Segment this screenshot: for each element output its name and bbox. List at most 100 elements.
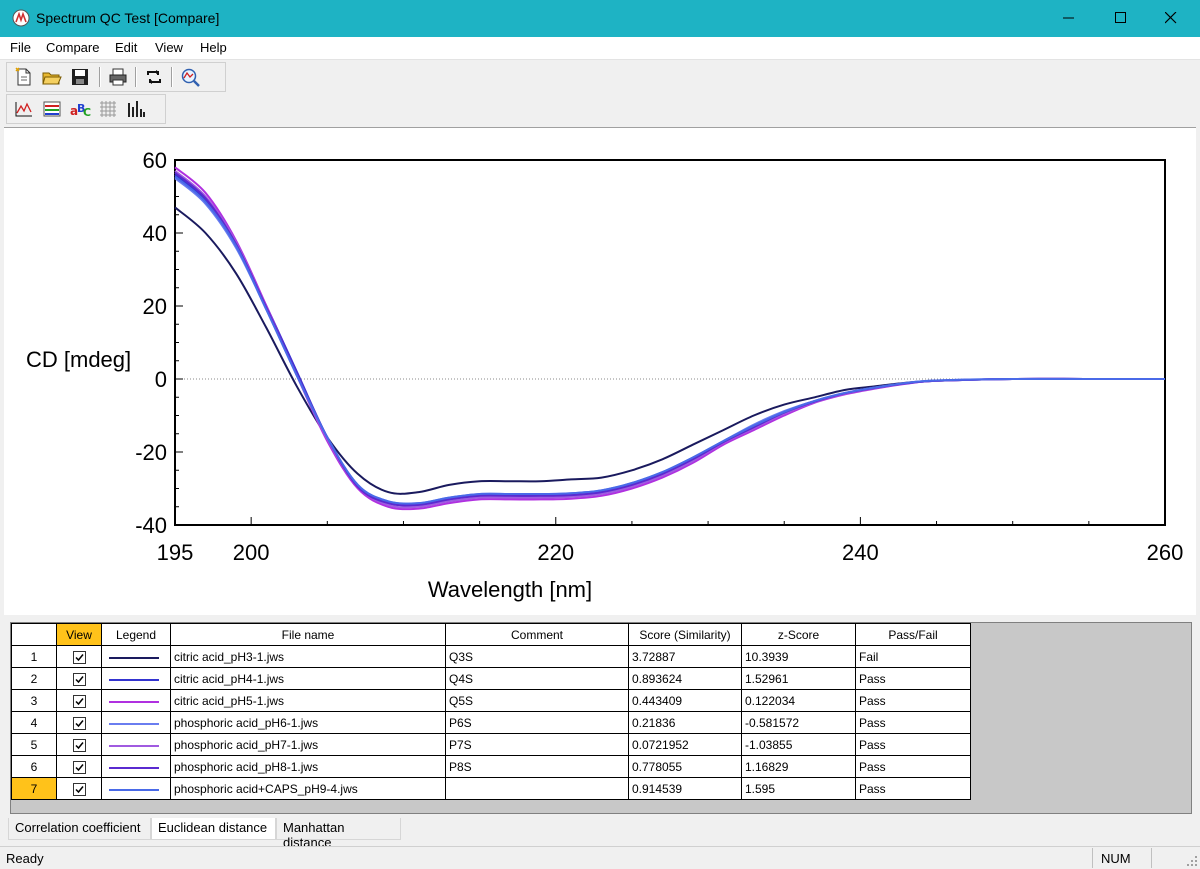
- table-row[interactable]: 4 phosphoric acid_pH6-1.jws P6S 0.21836 -0.5…: [11, 711, 971, 734]
- checkmark-icon: [74, 675, 84, 683]
- spectrum-view-button[interactable]: [13, 98, 35, 120]
- row-number[interactable]: 4: [11, 711, 57, 734]
- x-tick-label: 260: [1147, 540, 1184, 565]
- resize-grip-icon[interactable]: [1186, 855, 1198, 867]
- bar-chart-button[interactable]: [125, 98, 147, 120]
- close-icon: [1165, 12, 1177, 24]
- comment-cell: P8S: [445, 755, 629, 778]
- view-checkbox[interactable]: [72, 650, 86, 664]
- toolbar-separator: [99, 67, 101, 87]
- grid-view-button[interactable]: [97, 98, 119, 120]
- x-tick-label: 195: [157, 540, 194, 565]
- legend-swatch-cell: [101, 645, 171, 668]
- header-view[interactable]: View: [56, 623, 102, 646]
- num-lock-indicator: NUM: [1092, 848, 1152, 868]
- header-z-score[interactable]: z-Score: [741, 623, 856, 646]
- results-table: View Legend File name Comment Score (Sim…: [11, 623, 971, 800]
- z-score-cell: 1.52961: [741, 667, 856, 690]
- view-checkbox[interactable]: [72, 760, 86, 774]
- pass-fail-cell: Pass: [855, 733, 971, 756]
- refresh-button[interactable]: [143, 66, 165, 88]
- maximize-icon: [1115, 12, 1126, 23]
- svg-text:C: C: [83, 106, 91, 119]
- row-number[interactable]: 5: [11, 733, 57, 756]
- legend-line: [109, 744, 159, 747]
- qc-search-button[interactable]: [179, 66, 201, 88]
- table-row[interactable]: 7 phosphoric acid+CAPS_pH9-4.jws 0.914539 1…: [11, 777, 971, 800]
- pass-fail-cell: Fail: [855, 645, 971, 668]
- view-toolbar: a B C: [6, 94, 166, 124]
- print-button[interactable]: [107, 66, 129, 88]
- table-row[interactable]: 6 phosphoric acid_pH8-1.jws P8S 0.778055 1.1…: [11, 755, 971, 778]
- tab-correlation-coefficient[interactable]: Correlation coefficient: [8, 818, 151, 840]
- close-button[interactable]: [1148, 0, 1194, 37]
- menu-edit[interactable]: Edit: [115, 40, 137, 55]
- comment-cell: Q4S: [445, 667, 629, 690]
- score-cell: 0.21836: [628, 711, 742, 734]
- y-tick-label: -40: [135, 513, 167, 538]
- menu-help[interactable]: Help: [200, 40, 227, 55]
- row-number[interactable]: 1: [11, 645, 57, 668]
- row-number[interactable]: 7: [11, 777, 57, 800]
- view-checkbox[interactable]: [72, 716, 86, 730]
- legend-line: [109, 678, 159, 681]
- legend-swatch-cell: [101, 711, 171, 734]
- file-name-cell: citric acid_pH5-1.jws: [170, 689, 446, 712]
- new-file-icon: [15, 67, 31, 86]
- legend-view-button[interactable]: [41, 98, 63, 120]
- file-name-cell: phosphoric acid_pH6-1.jws: [170, 711, 446, 734]
- view-checkbox-cell: [56, 711, 102, 734]
- z-score-cell: 10.3939: [741, 645, 856, 668]
- minimize-button[interactable]: [1046, 0, 1092, 37]
- abc-label-button[interactable]: a B C: [69, 98, 91, 120]
- score-cell: 0.443409: [628, 689, 742, 712]
- table-row[interactable]: 3 citric acid_pH5-1.jws Q5S 0.443409 0.12203…: [11, 689, 971, 712]
- title-bar: Spectrum QC Test [Compare]: [0, 0, 1200, 37]
- view-checkbox-cell: [56, 777, 102, 800]
- minimize-icon: [1063, 17, 1074, 19]
- table-row[interactable]: 5 phosphoric acid_pH7-1.jws P7S 0.0721952 -1…: [11, 733, 971, 756]
- z-score-cell: -0.581572: [741, 711, 856, 734]
- table-row[interactable]: 1 citric acid_pH3-1.jws Q3S 3.72887 10.3939 F…: [11, 645, 971, 668]
- view-checkbox[interactable]: [72, 694, 86, 708]
- header-file-name[interactable]: File name: [170, 623, 446, 646]
- z-score-cell: 1.595: [741, 777, 856, 800]
- legend-view-icon: [43, 101, 61, 117]
- pass-fail-cell: Pass: [855, 755, 971, 778]
- legend-line: [109, 700, 159, 703]
- app-icon: [12, 9, 30, 27]
- row-number[interactable]: 6: [11, 755, 57, 778]
- z-score-cell: 0.122034: [741, 689, 856, 712]
- tab-manhattan-distance[interactable]: Manhattan distance: [276, 818, 401, 850]
- view-checkbox[interactable]: [72, 782, 86, 796]
- results-grid: View Legend File name Comment Score (Sim…: [10, 622, 1192, 814]
- view-checkbox[interactable]: [72, 672, 86, 686]
- open-button[interactable]: [41, 66, 63, 88]
- tab-euclidean-distance[interactable]: Euclidean distance: [151, 818, 276, 840]
- view-checkbox-cell: [56, 645, 102, 668]
- score-cell: 3.72887: [628, 645, 742, 668]
- save-button[interactable]: [69, 66, 91, 88]
- table-row[interactable]: 2 citric acid_pH4-1.jws Q4S 0.893624 1.52961…: [11, 667, 971, 690]
- z-score-cell: 1.16829: [741, 755, 856, 778]
- header-comment[interactable]: Comment: [445, 623, 629, 646]
- row-number[interactable]: 3: [11, 689, 57, 712]
- comment-cell: P6S: [445, 711, 629, 734]
- cd-spectrum-chart[interactable]: -40 -20 0 20 40 60 195 200 220 240 260 Wavelength […: [4, 128, 1196, 615]
- score-cell: 0.914539: [628, 777, 742, 800]
- maximize-button[interactable]: [1098, 0, 1144, 37]
- header-score[interactable]: Score (Similarity): [628, 623, 742, 646]
- menu-file[interactable]: File: [10, 40, 31, 55]
- row-number[interactable]: 2: [11, 667, 57, 690]
- new-file-button[interactable]: [13, 66, 35, 88]
- menu-view[interactable]: View: [155, 40, 183, 55]
- header-pass-fail[interactable]: Pass/Fail: [855, 623, 971, 646]
- view-checkbox[interactable]: [72, 738, 86, 752]
- menu-compare[interactable]: Compare: [46, 40, 99, 55]
- file-name-cell: citric acid_pH3-1.jws: [170, 645, 446, 668]
- header-legend[interactable]: Legend: [101, 623, 171, 646]
- legend-line: [109, 766, 159, 769]
- view-checkbox-cell: [56, 667, 102, 690]
- y-tick-label: 20: [143, 294, 167, 319]
- checkmark-icon: [74, 719, 84, 727]
